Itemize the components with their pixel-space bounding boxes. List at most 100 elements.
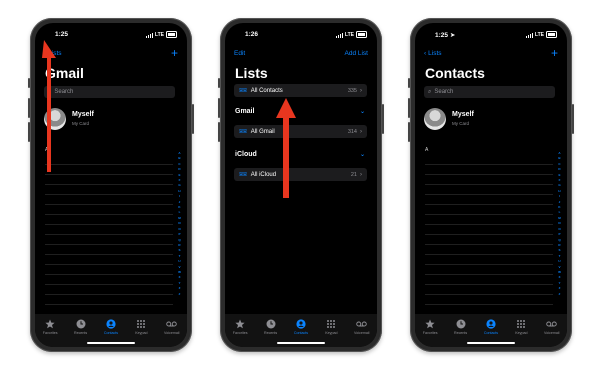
add-contact-button[interactable]: + bbox=[551, 46, 558, 60]
section-header: A bbox=[425, 147, 429, 153]
keypad-icon bbox=[136, 318, 147, 329]
voicemail-icon bbox=[166, 318, 177, 329]
phone-lists: 1:26 LTE Edit Add List Lists ꕤꕤ All Cont… bbox=[218, 18, 384, 352]
tab-favorites[interactable]: Favorites bbox=[417, 318, 443, 347]
back-to-lists-button[interactable]: ‹ Lists bbox=[424, 50, 442, 57]
person-icon bbox=[295, 318, 306, 329]
page-title: Contacts bbox=[425, 65, 485, 81]
tab-label: Keypad bbox=[135, 331, 148, 335]
list-count: 335 bbox=[347, 87, 357, 94]
list-name: All iCloud bbox=[250, 171, 277, 178]
keypad-icon bbox=[326, 318, 337, 329]
alphabet-index[interactable]: A B C D E F G H I J K L M N O P Q R S T U V W X Y Z # bbox=[177, 151, 182, 297]
tab-label: Recents bbox=[263, 331, 278, 335]
home-indicator bbox=[277, 342, 325, 344]
group-header-gmail[interactable]: Gmail ⌄ bbox=[235, 108, 365, 115]
add-contact-button[interactable]: + bbox=[171, 46, 178, 60]
edit-button[interactable]: Edit bbox=[234, 50, 245, 57]
alphabet-index[interactable]: A B C D E F G H I J K L M N O P Q R S T U V W X Y Z # bbox=[557, 151, 562, 297]
tab-label: Recents bbox=[453, 331, 468, 335]
dynamic-island bbox=[470, 29, 512, 40]
signal-icon bbox=[335, 32, 343, 38]
my-card[interactable]: Myself My Card bbox=[44, 108, 177, 134]
battery-icon bbox=[166, 31, 177, 38]
page-title: Lists bbox=[235, 65, 268, 81]
star-icon bbox=[235, 318, 246, 329]
person-icon bbox=[105, 318, 116, 329]
avatar bbox=[424, 108, 446, 130]
list-all-contacts[interactable]: ꕤꕤ All Contacts 335 › bbox=[234, 84, 367, 97]
status-time: 1:25 ➤ bbox=[435, 32, 456, 39]
tab-favorites[interactable]: Favorites bbox=[37, 318, 63, 347]
add-list-button[interactable]: Add List bbox=[345, 50, 369, 57]
people-icon: ꕤꕤ bbox=[239, 171, 247, 178]
tab-voicemail[interactable]: Voicemail bbox=[539, 318, 565, 347]
dynamic-island bbox=[90, 29, 132, 40]
list-count: 21 bbox=[350, 171, 357, 178]
red-arrow bbox=[42, 40, 56, 172]
group-header-icloud[interactable]: iCloud ⌄ bbox=[235, 151, 365, 158]
screen: 1:25 ➤ LTE ‹ Lists + Contacts ⌕ Search M… bbox=[415, 23, 567, 347]
my-card[interactable]: Myself My Card bbox=[424, 108, 557, 134]
index-letter[interactable]: # bbox=[557, 292, 562, 297]
tab-label: Voicemail bbox=[164, 331, 180, 335]
back-label: Lists bbox=[428, 50, 442, 57]
search-input[interactable]: ⌕ Search bbox=[44, 86, 175, 98]
carrier-label: LTE bbox=[344, 31, 354, 38]
search-placeholder: Search bbox=[434, 89, 454, 95]
star-icon bbox=[45, 318, 56, 329]
carrier-label: LTE bbox=[154, 31, 164, 38]
clock-icon bbox=[455, 318, 466, 329]
group-name: iCloud bbox=[235, 151, 257, 158]
people-icon: ꕤꕤ bbox=[239, 128, 247, 135]
list-all-gmail[interactable]: ꕤꕤ All Gmail 314 › bbox=[234, 125, 367, 138]
contact-list[interactable] bbox=[425, 155, 553, 315]
red-arrow bbox=[276, 98, 296, 198]
tab-label: Voicemail bbox=[354, 331, 370, 335]
battery-icon bbox=[546, 31, 557, 38]
tab-label: Keypad bbox=[325, 331, 338, 335]
tab-voicemail[interactable]: Voicemail bbox=[349, 318, 375, 347]
tab-label: Favorites bbox=[422, 331, 438, 335]
phone-contacts: 1:25 ➤ LTE ‹ Lists + Contacts ⌕ Search M… bbox=[408, 18, 574, 352]
star-icon bbox=[425, 318, 436, 329]
list-name: All Gmail bbox=[250, 128, 275, 135]
chevron-left-icon: ‹ bbox=[424, 50, 427, 57]
home-indicator bbox=[467, 342, 515, 344]
status-time: 1:26 bbox=[245, 31, 259, 38]
card-name: Myself bbox=[452, 111, 474, 118]
list-all-icloud[interactable]: ꕤꕤ All iCloud 21 › bbox=[234, 168, 367, 181]
tab-label: Recents bbox=[73, 331, 88, 335]
clock-icon bbox=[265, 318, 276, 329]
tab-label: Voicemail bbox=[544, 331, 560, 335]
signal-icon bbox=[145, 32, 153, 38]
tab-label: Contacts bbox=[103, 331, 119, 335]
location-icon: ➤ bbox=[449, 32, 456, 39]
person-icon bbox=[485, 318, 496, 329]
group-name: Gmail bbox=[235, 108, 255, 115]
clock-icon bbox=[75, 318, 86, 329]
contact-list[interactable] bbox=[45, 155, 173, 315]
tab-label: Favorites bbox=[42, 331, 58, 335]
phone-gmail: 1:25 LTE ‹ Lists + Gmail ⌕ Search Myself… bbox=[28, 18, 194, 352]
search-input[interactable]: ⌕ Search bbox=[424, 86, 555, 98]
voicemail-icon bbox=[356, 318, 367, 329]
index-letter[interactable]: # bbox=[177, 292, 182, 297]
tab-favorites[interactable]: Favorites bbox=[227, 318, 253, 347]
card-name: Myself bbox=[72, 111, 94, 118]
chevron-right-icon: › bbox=[360, 87, 362, 94]
status-time: 1:25 bbox=[55, 31, 69, 38]
people-icon: ꕤꕤ bbox=[239, 87, 247, 94]
dynamic-island bbox=[280, 29, 322, 40]
list-name: All Contacts bbox=[250, 87, 283, 94]
tab-label: Favorites bbox=[232, 331, 248, 335]
tab-label: Contacts bbox=[483, 331, 499, 335]
list-count: 314 bbox=[347, 128, 357, 135]
keypad-icon bbox=[516, 318, 527, 329]
signal-icon bbox=[525, 32, 533, 38]
tab-voicemail[interactable]: Voicemail bbox=[159, 318, 185, 347]
chevron-right-icon: › bbox=[360, 171, 362, 178]
screen: 1:26 LTE Edit Add List Lists ꕤꕤ All Cont… bbox=[225, 23, 377, 347]
tab-label: Contacts bbox=[293, 331, 309, 335]
chevron-down-icon: ⌄ bbox=[359, 109, 365, 115]
